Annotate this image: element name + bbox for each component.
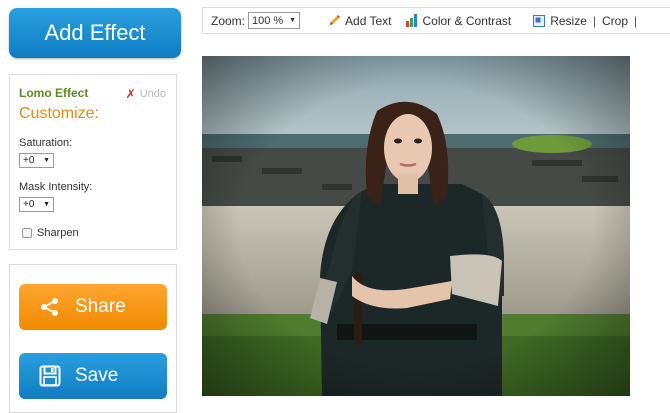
close-icon: ✗ bbox=[125, 87, 136, 101]
saturation-label: Saturation: bbox=[19, 137, 73, 149]
undo-button[interactable]: ✗ Undo bbox=[126, 87, 166, 101]
zoom-control: Zoom: 100 % ▼ bbox=[211, 12, 301, 29]
share-label: Share bbox=[75, 296, 126, 317]
saturation-value: +0 bbox=[23, 155, 35, 166]
effect-name: Lomo Effect bbox=[19, 86, 89, 100]
resize-label: Resize bbox=[550, 13, 587, 28]
toolbar: Zoom: 100 % ▼ Add Text Color & Contrast … bbox=[202, 7, 670, 34]
zoom-select[interactable]: 100 % ▼ bbox=[248, 12, 301, 29]
resize-button[interactable]: Resize bbox=[533, 14, 587, 28]
mask-intensity-select[interactable]: +0 ▼ bbox=[19, 197, 54, 212]
chevron-down-icon: ▼ bbox=[43, 201, 50, 208]
toolbar-separator: | bbox=[592, 13, 597, 28]
crop-button[interactable]: Crop bbox=[602, 14, 628, 28]
mask-intensity-label: Mask Intensity: bbox=[19, 181, 93, 193]
toolbar-separator: | bbox=[634, 13, 638, 28]
save-label: Save bbox=[75, 365, 119, 386]
actions-panel: Share Save bbox=[9, 264, 177, 413]
color-contrast-label: Color & Contrast bbox=[422, 13, 512, 28]
effect-settings-panel: Lomo Effect ✗ Undo Customize: Saturation… bbox=[9, 74, 177, 250]
add-text-button[interactable]: Add Text bbox=[328, 13, 392, 28]
sharpen-option[interactable]: Sharpen bbox=[22, 227, 79, 239]
saturation-select[interactable]: +0 ▼ bbox=[19, 153, 54, 168]
photo-editor: Add Effect Lomo Effect ✗ Undo Customize:… bbox=[0, 0, 670, 413]
zoom-label: Zoom: bbox=[211, 13, 246, 28]
zoom-value: 100 % bbox=[252, 14, 284, 27]
crop-label: Crop bbox=[602, 13, 629, 28]
resize-icon bbox=[533, 14, 546, 27]
color-contrast-button[interactable]: Color & Contrast bbox=[405, 13, 512, 28]
sharpen-label: Sharpen bbox=[37, 227, 79, 239]
mask-intensity-value: +0 bbox=[23, 199, 35, 210]
chevron-down-icon: ▼ bbox=[289, 17, 297, 24]
save-button[interactable]: Save bbox=[19, 353, 167, 399]
chevron-down-icon: ▼ bbox=[43, 157, 50, 164]
share-icon bbox=[39, 296, 61, 318]
add-text-label: Add Text bbox=[345, 13, 392, 28]
undo-label: Undo bbox=[139, 88, 166, 100]
pencil-icon bbox=[328, 14, 341, 27]
share-button[interactable]: Share bbox=[19, 284, 167, 330]
color-bars-icon bbox=[405, 14, 418, 27]
add-effect-button[interactable]: Add Effect bbox=[9, 8, 181, 58]
edited-photo bbox=[202, 56, 630, 396]
customize-title: Customize: bbox=[19, 105, 100, 122]
photo-image bbox=[202, 56, 630, 396]
floppy-disk-icon bbox=[39, 365, 61, 387]
sharpen-checkbox[interactable] bbox=[22, 228, 32, 238]
